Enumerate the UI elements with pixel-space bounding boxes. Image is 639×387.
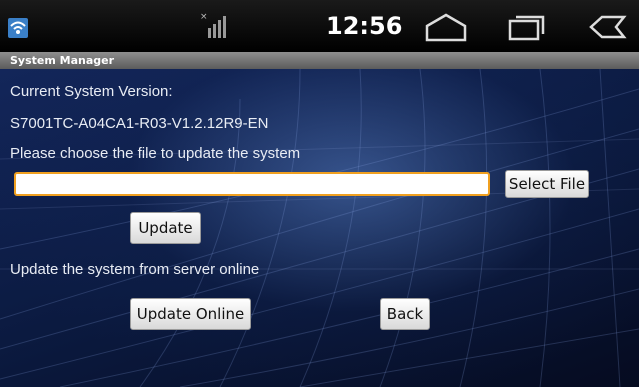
- back-button[interactable]: Back: [380, 298, 430, 330]
- recent-apps-icon[interactable]: [507, 12, 547, 46]
- title-bar: System Manager: [0, 52, 639, 69]
- back-icon[interactable]: [586, 12, 630, 46]
- status-bar: × 12:56: [0, 0, 639, 52]
- main-panel: Current System Version: S7001TC-A04CA1-R…: [0, 69, 639, 387]
- update-online-button[interactable]: Update Online: [130, 298, 251, 330]
- wifi-icon: [8, 18, 28, 38]
- clock: 12:56: [326, 12, 403, 40]
- version-label: Current System Version:: [10, 83, 173, 100]
- signal-icon: ×: [198, 10, 232, 44]
- update-button[interactable]: Update: [130, 212, 201, 244]
- online-update-label: Update the system from server online: [10, 261, 260, 278]
- choose-file-label: Please choose the file to update the sys…: [10, 145, 301, 162]
- file-path-input[interactable]: [14, 172, 490, 196]
- version-value: S7001TC-A04CA1-R03-V1.2.12R9-EN: [10, 115, 269, 132]
- window-title: System Manager: [10, 54, 115, 67]
- home-icon[interactable]: [423, 12, 469, 46]
- select-file-button[interactable]: Select File: [505, 170, 589, 198]
- svg-text:×: ×: [200, 12, 208, 22]
